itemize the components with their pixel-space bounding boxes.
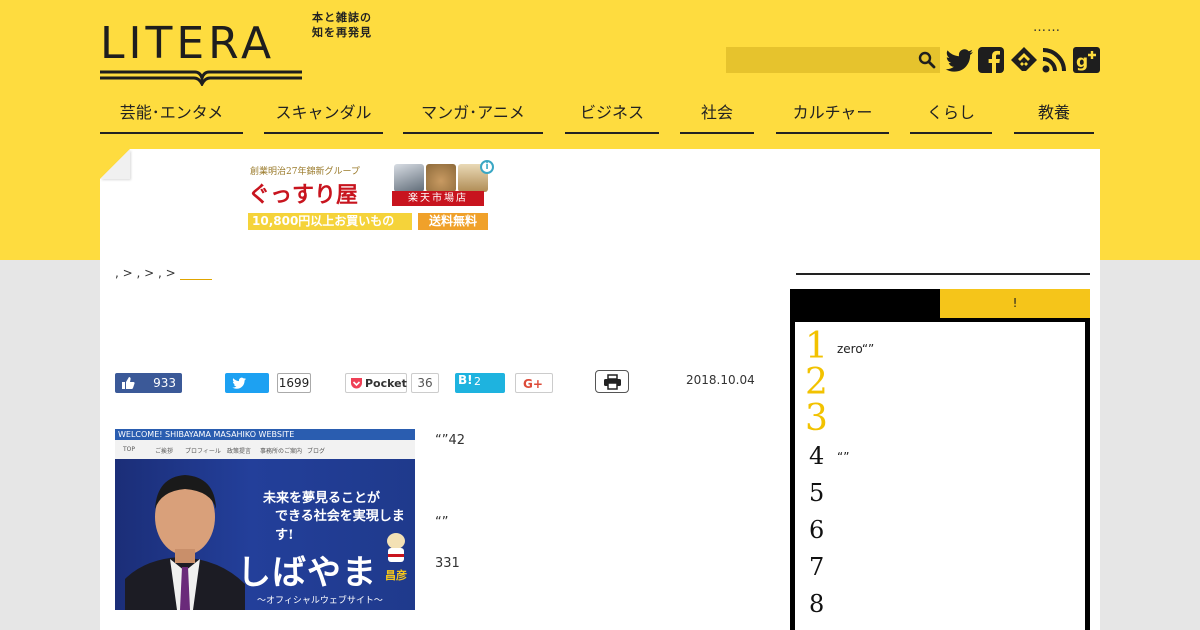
hatena-bookmark-button[interactable]: B! 2 (455, 373, 505, 393)
rank-number: 1 (805, 326, 828, 367)
search-icon[interactable] (918, 51, 936, 69)
image-banner-text: WELCOME! SHIBAYAMA MASAHIKO WEBSITE (115, 429, 415, 440)
article-paragraph: “” (435, 515, 449, 530)
pocket-icon (351, 378, 362, 389)
nav-item-scandal[interactable]: スキャンダル (264, 100, 383, 134)
ad-building-image (394, 164, 424, 192)
nav-item-manga-anime[interactable]: マンガ･アニメ (403, 100, 543, 134)
tweet-button[interactable] (225, 373, 269, 393)
ad-company: 創業明治27年錦新グループ (250, 167, 360, 177)
site-logo[interactable]: LITERA (100, 14, 305, 86)
hatena-count: 2 (474, 375, 481, 388)
nav-item-lifestyle[interactable]: くらし (910, 100, 992, 134)
twitter-icon (232, 377, 246, 389)
rank-number: 8 (809, 590, 825, 618)
facebook-icon[interactable] (977, 46, 1005, 74)
nav-item-liberal-arts[interactable]: 教養 (1014, 100, 1094, 134)
image-nav-item: プロフィール (185, 448, 221, 455)
sidebar-divider (796, 273, 1090, 275)
header-dots[interactable]: …… (1033, 20, 1061, 35)
breadcrumb-sep[interactable]: , > (115, 266, 137, 280)
page-fold-corner (100, 149, 130, 179)
ad-shop-name: ぐっすり屋 (248, 182, 359, 208)
breadcrumb-sep[interactable]: , > (137, 266, 159, 280)
rank-number: 2 (805, 362, 828, 403)
rank-title[interactable]: zero“” (837, 342, 874, 356)
image-nav-item: ブログ (307, 448, 326, 455)
print-button[interactable] (595, 370, 629, 393)
image-nav-item: ご挨拶 (155, 448, 174, 455)
rank-number: 7 (809, 553, 825, 581)
rank-number: 4 (809, 442, 825, 470)
facebook-count: 933 (153, 376, 176, 390)
rank-number: 3 (805, 398, 828, 439)
googleplus-icon[interactable]: g (1072, 46, 1101, 74)
svg-text:g: g (1076, 52, 1088, 72)
person-photo (125, 475, 245, 610)
image-candidate-name: しばやま (237, 553, 377, 593)
feedly-icon[interactable] (1010, 46, 1038, 74)
pocket-button[interactable]: Pocket (345, 373, 407, 393)
image-nav-item: 政策提言 (227, 448, 252, 455)
ad-offer: 10,800円以上お買いもの (248, 213, 412, 230)
ad-free-shipping: 送料無料 (418, 213, 488, 230)
breadcrumb: , > , > , > (115, 266, 212, 280)
search-box (726, 47, 940, 73)
googleplus-share-button[interactable]: G+ (515, 373, 553, 393)
ad-banner[interactable]: 創業明治27年錦新グループ ぐっすり屋 楽天市場店 10,800円以上お買いもの… (246, 160, 494, 232)
tab-ranking[interactable] (790, 289, 940, 318)
article-paragraph: 331 (435, 556, 460, 571)
pocket-count: 36 (411, 373, 439, 393)
mascot-icon (387, 533, 405, 562)
twitter-icon[interactable] (945, 46, 975, 74)
googleplus-label: G+ (523, 377, 543, 391)
breadcrumb-sep[interactable]: , > (158, 266, 180, 280)
article-date: 2018.10.04 (686, 373, 755, 387)
main-nav: 芸能･エンタメ スキャンダル マンガ･アニメ ビジネス 社会 カルチャー くらし… (100, 100, 1100, 134)
nav-item-society[interactable]: 社会 (680, 100, 754, 134)
rank-number: 5 (809, 479, 825, 507)
breadcrumb-current[interactable] (179, 268, 212, 280)
rank-title[interactable]: “” (837, 450, 849, 464)
rss-icon[interactable] (1041, 46, 1068, 74)
search-input[interactable] (726, 47, 914, 73)
pocket-label: Pocket (365, 377, 407, 390)
article-image: WELCOME! SHIBAYAMA MASAHIKO WEBSITE TOP … (115, 429, 415, 610)
image-candidate-name-small: 昌彦 (385, 569, 407, 582)
nav-item-business[interactable]: ビジネス (565, 100, 659, 134)
ranking-list: 1 zero“” 2 3 4 “” 5 6 7 8 (795, 322, 1085, 630)
rank-number: 6 (809, 516, 825, 544)
nav-item-culture[interactable]: カルチャー (776, 100, 889, 134)
printer-icon (604, 374, 621, 390)
book-icon (100, 70, 302, 86)
image-slogan-line1: 未来を夢見ることが (263, 491, 381, 506)
ad-badge: 楽天市場店 (392, 191, 484, 206)
nav-item-entertainment[interactable]: 芸能･エンタメ (100, 100, 243, 134)
ranking-box: 1 zero“” 2 3 4 “” 5 6 7 8 (790, 318, 1090, 630)
facebook-like-button[interactable]: 933 (115, 373, 182, 393)
image-nav-item: TOP (123, 446, 136, 453)
ad-info-icon[interactable]: i (480, 160, 494, 174)
tweet-count: 1699 (277, 373, 311, 393)
thumbs-up-icon (122, 377, 135, 389)
image-subtitle: 〜オフィシャルウェブサイト〜 (257, 596, 383, 606)
image-nav-item: 事務所のご案内 (260, 448, 303, 455)
hatena-label: B! (458, 373, 473, 387)
tab-secondary[interactable]: ! (940, 289, 1090, 318)
article-paragraph: “”42 (435, 433, 466, 448)
ad-product-image (426, 164, 456, 192)
tagline: 本と雑誌の知を再発見 (312, 11, 372, 39)
